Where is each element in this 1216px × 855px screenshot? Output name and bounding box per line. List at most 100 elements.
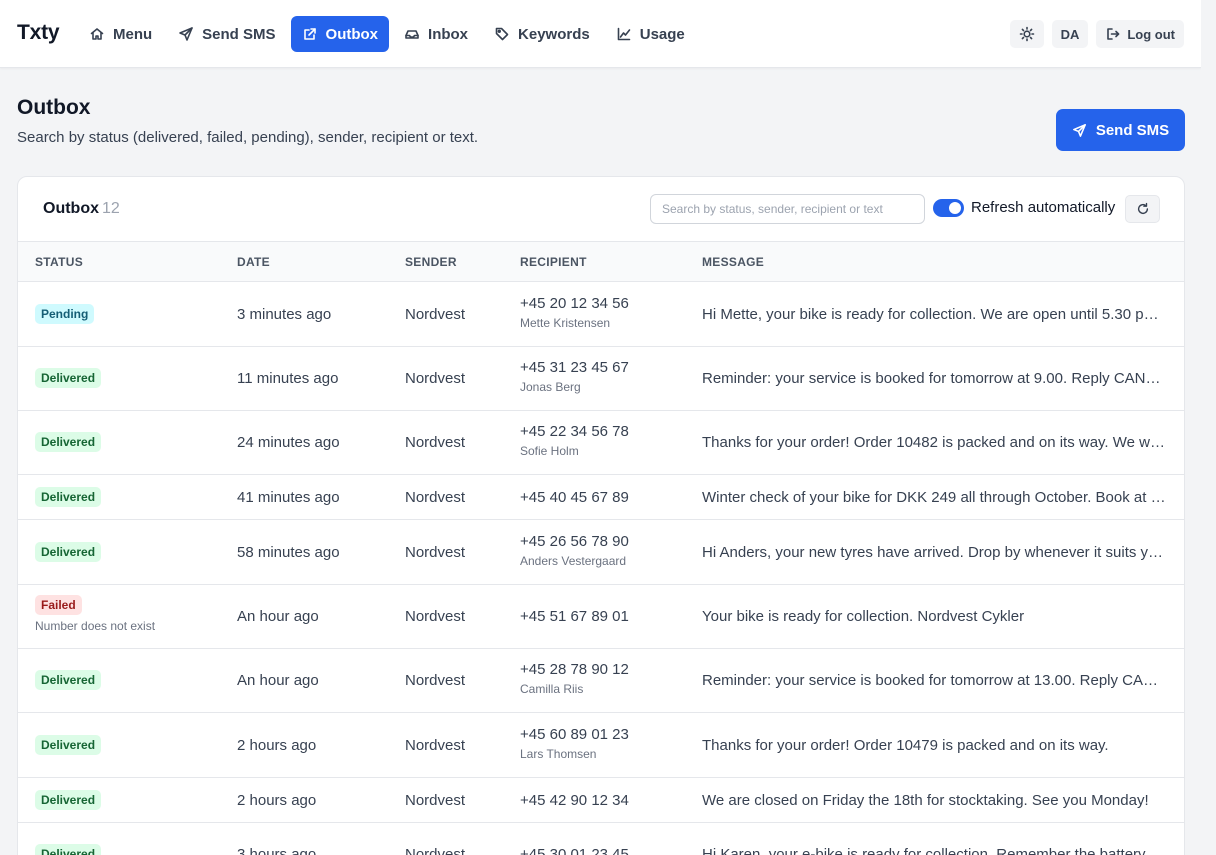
nav-item-inbox[interactable]: Inbox <box>393 16 479 52</box>
recipient-name: Sofie Holm <box>520 444 579 458</box>
card-title: Outbox 12 <box>43 200 120 218</box>
column-header-date[interactable]: DATE <box>237 255 270 269</box>
nav-item-label: Inbox <box>428 25 469 43</box>
recipient-cell: +45 31 23 45 67 Jonas Berg <box>520 359 629 394</box>
status-cell: Delivered <box>35 734 102 755</box>
table-row[interactable]: Delivered 24 minutes ago Nordvest +45 22 34… <box>18 411 1184 475</box>
status-cell: Pending <box>35 303 95 324</box>
recipient-cell: +45 60 89 01 23 Lars Thomsen <box>520 726 629 761</box>
nav-item-usage[interactable]: Usage <box>605 16 696 52</box>
page-scrollbar[interactable] <box>1201 0 1216 855</box>
language-label: DA <box>1060 26 1080 42</box>
date-cell: 2 hours ago <box>237 791 317 809</box>
logout-icon <box>1107 28 1120 40</box>
nav-item-label: Outbox <box>325 25 379 43</box>
status-badge: Failed <box>35 595 82 615</box>
date-cell: An hour ago <box>237 672 319 689</box>
recipient-cell: +45 42 90 12 34 <box>520 792 629 809</box>
message-cell: We are closed on Friday the 18th for sto… <box>702 791 1149 809</box>
nav-item-menu[interactable]: Menu <box>78 16 163 52</box>
column-header-message[interactable]: MESSAGE <box>702 255 764 269</box>
column-header-recipient[interactable]: RECIPIENT <box>520 255 587 269</box>
table-body: Pending 3 minutes ago Nordvest +45 20 12 34… <box>18 282 1184 855</box>
table-row[interactable]: Delivered 41 minutes ago Nordvest +45 40 45… <box>18 475 1184 520</box>
sender-cell: Nordvest <box>405 846 466 855</box>
message-count: 12 <box>102 200 120 217</box>
theme-toggle-button[interactable] <box>1009 20 1044 48</box>
date-cell: 3 minutes ago <box>237 305 332 323</box>
language-button[interactable]: DA <box>1051 20 1089 48</box>
recipient-phone: +45 51 67 89 01 <box>520 608 629 625</box>
logout-button[interactable]: Log out <box>1096 20 1184 48</box>
status-cell: Delivered <box>35 486 102 507</box>
card-title-text: Outbox <box>43 200 99 217</box>
page-subtitle: Search by status (delivered, failed, pen… <box>17 129 479 146</box>
status-badge: Delivered <box>35 844 102 855</box>
table-row[interactable]: Delivered 11 minutes ago Nordvest +45 31 23… <box>18 347 1184 411</box>
table-row[interactable]: Failed Number does not exist An hour ago No… <box>18 585 1184 649</box>
refresh-button[interactable] <box>1125 195 1160 223</box>
home-icon <box>90 28 104 40</box>
nav-item-label: Menu <box>113 25 153 43</box>
auto-refresh-label: Refresh automatically <box>971 199 1116 216</box>
sender-cell: Nordvest <box>405 736 466 754</box>
status-badge: Delivered <box>35 541 102 562</box>
message-cell: Reminder: your service is booked for tom… <box>702 370 1168 387</box>
recipient-phone: +45 30 01 23 45 <box>520 846 629 855</box>
status-cell: Failed Number does not exist <box>35 595 155 633</box>
recipient-cell: +45 40 45 67 89 <box>520 489 629 506</box>
recipient-phone: +45 20 12 34 56 <box>520 294 629 312</box>
status-badge: Delivered <box>35 432 102 452</box>
status-badge: Delivered <box>35 368 102 388</box>
auto-refresh-toggle[interactable] <box>933 199 964 217</box>
date-cell: 11 minutes ago <box>237 370 339 387</box>
status-badge: Delivered <box>35 789 102 810</box>
date-cell: 41 minutes ago <box>237 488 340 506</box>
external-link-icon <box>303 28 316 40</box>
table-row[interactable]: Delivered An hour ago Nordvest +45 28 78 90… <box>18 649 1184 713</box>
chart-icon <box>617 27 631 41</box>
brand-logo[interactable]: Txty <box>17 21 60 45</box>
nav-item-outbox[interactable]: Outbox <box>290 16 390 52</box>
recipient-phone: +45 60 89 01 23 <box>520 725 629 743</box>
message-cell: Hi Mette, your bike is ready for collect… <box>702 305 1168 323</box>
inbox-icon <box>405 30 419 39</box>
table-header: STATUS DATE SENDER RECIPIENT MESSAGE <box>18 242 1184 282</box>
table-row[interactable]: Delivered 2 hours ago Nordvest +45 60 89 01… <box>18 713 1184 778</box>
recipient-name: Anders Vestergaard <box>520 553 627 568</box>
column-header-status[interactable]: STATUS <box>35 255 83 269</box>
table-row[interactable]: Delivered 2 hours ago Nordvest +45 42 90 12… <box>18 778 1184 823</box>
recipient-phone: +45 26 56 78 90 <box>520 532 629 550</box>
refresh-icon <box>1137 202 1148 215</box>
column-header-sender[interactable]: SENDER <box>405 255 457 269</box>
status-cell: Delivered <box>35 368 102 388</box>
sender-cell: Nordvest <box>405 672 466 689</box>
table-row[interactable]: Pending 3 minutes ago Nordvest +45 20 12 34… <box>18 282 1184 347</box>
nav-item-label: Send SMS <box>202 25 276 43</box>
table-row[interactable]: Delivered 3 hours ago Nordvest +45 30 01 23… <box>18 823 1184 855</box>
status-cell: Delivered <box>35 670 102 690</box>
top-navigation-bar: Txty Menu Send SMS Outbox Inbox Keywords… <box>0 0 1201 68</box>
message-cell: Thanks for your order! Order 10482 is pa… <box>702 434 1168 451</box>
nav-item-send-sms[interactable]: Send SMS <box>167 16 286 52</box>
send-sms-button[interactable]: Send SMS <box>1056 109 1185 151</box>
sender-cell: Nordvest <box>405 791 466 809</box>
search-input[interactable] <box>650 194 925 224</box>
status-badge: Pending <box>35 303 95 324</box>
recipient-name: Camilla Riis <box>520 682 584 696</box>
sender-cell: Nordvest <box>405 543 466 561</box>
recipient-phone: +45 42 90 12 34 <box>520 791 629 809</box>
tag-icon <box>495 27 509 41</box>
status-badge: Delivered <box>35 670 102 690</box>
recipient-cell: +45 28 78 90 12 Camilla Riis <box>520 661 629 696</box>
table-row[interactable]: Delivered 58 minutes ago Nordvest +45 26 56… <box>18 520 1184 585</box>
nav-item-keywords[interactable]: Keywords <box>483 16 601 52</box>
date-cell: 2 hours ago <box>237 736 317 754</box>
logout-label: Log out <box>1127 26 1175 42</box>
send-icon <box>179 27 193 41</box>
toggle-knob <box>949 202 961 214</box>
recipient-cell: +45 30 01 23 45 <box>520 846 629 855</box>
date-cell: 58 minutes ago <box>237 543 340 561</box>
send-icon <box>1072 123 1086 137</box>
outbox-card: Outbox12 Refresh automatically STATUS DA… <box>17 176 1185 855</box>
